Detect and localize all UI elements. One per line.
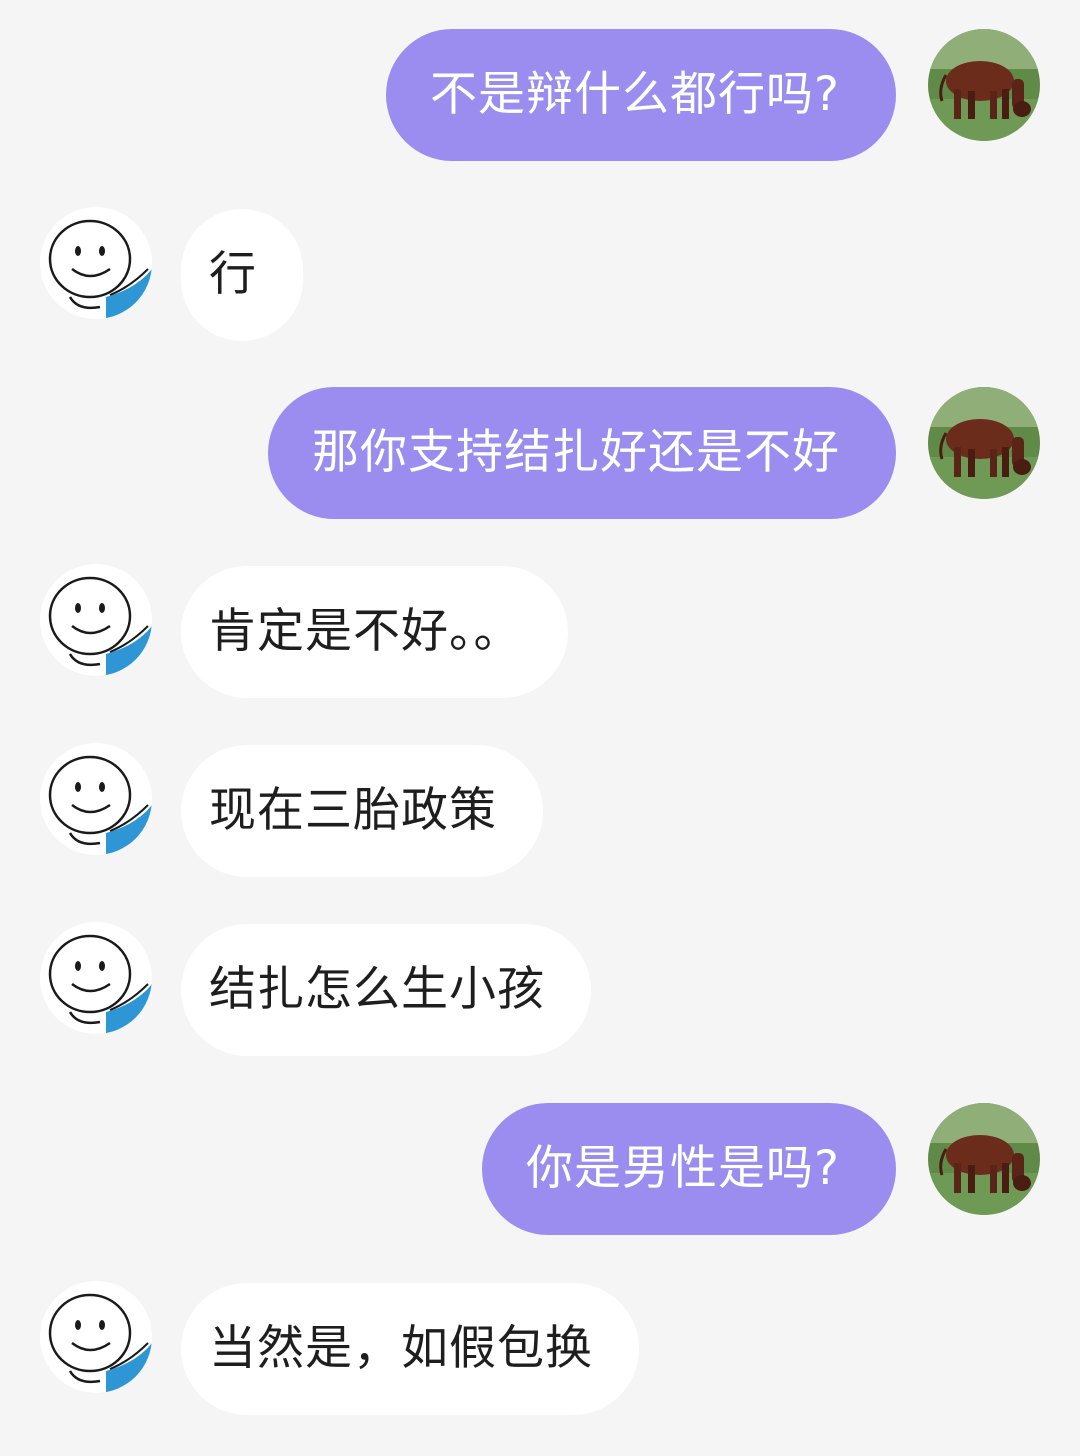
outgoing-message-bubble[interactable]: 那你支持结扎好还是不好	[268, 387, 896, 519]
cow-avatar-icon[interactable]	[928, 1103, 1040, 1215]
message-row-incoming: 行	[0, 207, 1080, 341]
cow-avatar-icon[interactable]	[928, 29, 1040, 141]
incoming-message-bubble[interactable]: 结扎怎么生小孩	[181, 924, 591, 1056]
incoming-message-bubble[interactable]: 肯定是不好。。	[181, 566, 568, 698]
incoming-message-bubble[interactable]: 现在三胎政策	[181, 745, 543, 877]
smiley-face-avatar-icon[interactable]	[40, 1281, 152, 1393]
incoming-message-bubble[interactable]: 行	[181, 209, 303, 341]
outgoing-message-bubble[interactable]: 你是男性是吗?	[482, 1103, 896, 1235]
smiley-face-avatar-icon[interactable]	[40, 922, 152, 1034]
message-row-outgoing: 你是男性是吗?	[0, 1103, 1080, 1235]
incoming-message-bubble[interactable]: 当然是，如假包换	[181, 1283, 639, 1415]
message-row-incoming: 肯定是不好。。	[0, 564, 1080, 698]
smiley-face-avatar-icon[interactable]	[40, 207, 152, 319]
chat-thread: 不是辩什么都行吗? 行 那你支持结扎好还是不好 肯定是不好。。 现在三胎政策 结…	[0, 0, 1080, 1456]
outgoing-message-bubble[interactable]: 不是辩什么都行吗?	[386, 29, 896, 161]
message-row-incoming: 当然是，如假包换	[0, 1281, 1080, 1415]
smiley-face-avatar-icon[interactable]	[40, 743, 152, 855]
smiley-face-avatar-icon[interactable]	[40, 564, 152, 676]
message-row-incoming: 结扎怎么生小孩	[0, 922, 1080, 1056]
message-row-incoming: 现在三胎政策	[0, 743, 1080, 877]
message-row-outgoing: 不是辩什么都行吗?	[0, 29, 1080, 161]
message-row-outgoing: 那你支持结扎好还是不好	[0, 387, 1080, 519]
cow-avatar-icon[interactable]	[928, 387, 1040, 499]
